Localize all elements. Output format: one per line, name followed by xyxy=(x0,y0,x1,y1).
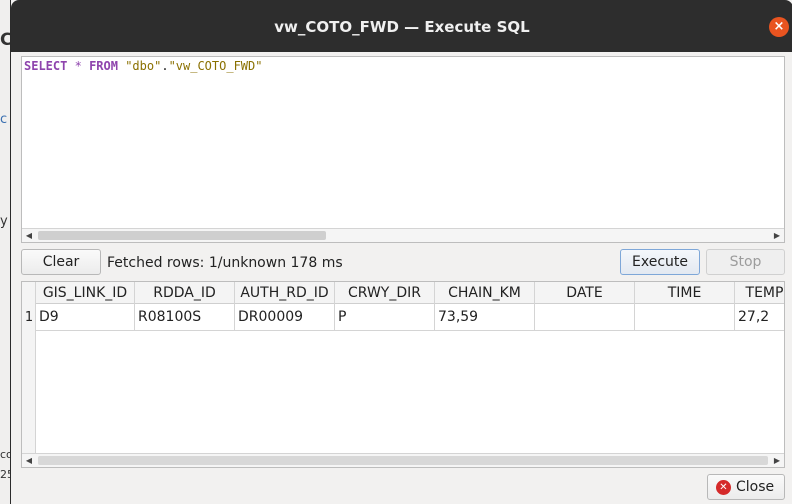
scrollbar-thumb[interactable] xyxy=(38,231,326,240)
sql-token: "dbo" xyxy=(125,59,162,73)
execute-sql-dialog: vw_COTO_FWD — Execute SQL × SELECT * FRO… xyxy=(10,0,792,504)
sql-token: FROM xyxy=(89,59,118,73)
close-button[interactable]: ✕ Close xyxy=(707,474,785,500)
column-header[interactable]: DATE xyxy=(535,282,635,304)
table-cell[interactable] xyxy=(635,304,735,331)
scrollbar-thumb[interactable] xyxy=(38,456,768,465)
sql-token: SELECT xyxy=(24,59,68,73)
close-icon: × xyxy=(773,19,785,34)
window-title: vw_COTO_FWD — Execute SQL xyxy=(274,18,530,36)
stop-button[interactable]: Stop xyxy=(706,249,785,275)
sql-editor[interactable]: SELECT * FROM "dbo"."vw_COTO_FWD" ◀ ▶ xyxy=(21,56,785,243)
table-cell[interactable]: 27,2 xyxy=(735,304,784,331)
execute-button[interactable]: Execute xyxy=(620,249,700,275)
row-header-column: 1 xyxy=(22,282,36,467)
clear-button[interactable]: Clear xyxy=(21,249,101,275)
sql-token: . xyxy=(161,59,169,73)
column-header[interactable]: AUTH_RD_ID xyxy=(235,282,335,304)
row-number[interactable]: 1 xyxy=(22,305,36,331)
close-icon: ✕ xyxy=(716,480,731,495)
close-button-label: Close xyxy=(736,479,775,495)
column-header[interactable]: TIME xyxy=(635,282,735,304)
background-text: y xyxy=(0,214,8,229)
table-cell[interactable]: R08100S xyxy=(135,304,235,331)
column-header[interactable]: CHAIN_KM xyxy=(435,282,535,304)
editor-horizontal-scrollbar[interactable]: ◀ ▶ xyxy=(22,228,784,242)
table-cell[interactable]: P xyxy=(335,304,435,331)
table-cell[interactable] xyxy=(535,304,635,331)
sql-token: * xyxy=(74,59,82,73)
background-text: c xyxy=(0,112,8,127)
sql-query-text: SELECT * FROM "dbo"."vw_COTO_FWD" xyxy=(24,59,262,73)
table-cell[interactable]: 73,59 xyxy=(435,304,535,331)
window-close-button[interactable]: × xyxy=(769,17,789,37)
column-header[interactable]: GIS_LINK_ID xyxy=(36,282,135,304)
column-header[interactable]: RDDA_ID xyxy=(135,282,235,304)
table-cell[interactable]: DR00009 xyxy=(235,304,335,331)
scroll-left-arrow-icon[interactable]: ◀ xyxy=(22,454,36,467)
scroll-right-arrow-icon[interactable]: ▶ xyxy=(770,454,784,467)
results-horizontal-scrollbar[interactable]: ◀ ▶ xyxy=(22,453,784,467)
results-table[interactable]: 1 GIS_LINK_ID RDDA_ID AUTH_RD_ID CRWY_DIR CH… xyxy=(21,281,785,468)
column-header[interactable]: TEMP xyxy=(735,282,784,304)
fetched-rows-status: Fetched rows: 1/unknown 178 ms xyxy=(107,255,343,271)
scroll-right-arrow-icon[interactable]: ▶ xyxy=(770,229,784,242)
sql-token: "vw_COTO_FWD" xyxy=(168,59,263,73)
scroll-left-arrow-icon[interactable]: ◀ xyxy=(22,229,36,242)
titlebar[interactable]: vw_COTO_FWD — Execute SQL × xyxy=(11,0,792,52)
table-header: GIS_LINK_ID RDDA_ID AUTH_RD_ID CRWY_DIR CHAI… xyxy=(36,282,784,304)
column-header[interactable]: CRWY_DIR xyxy=(335,282,435,304)
table-cell[interactable]: D9 xyxy=(36,304,135,331)
